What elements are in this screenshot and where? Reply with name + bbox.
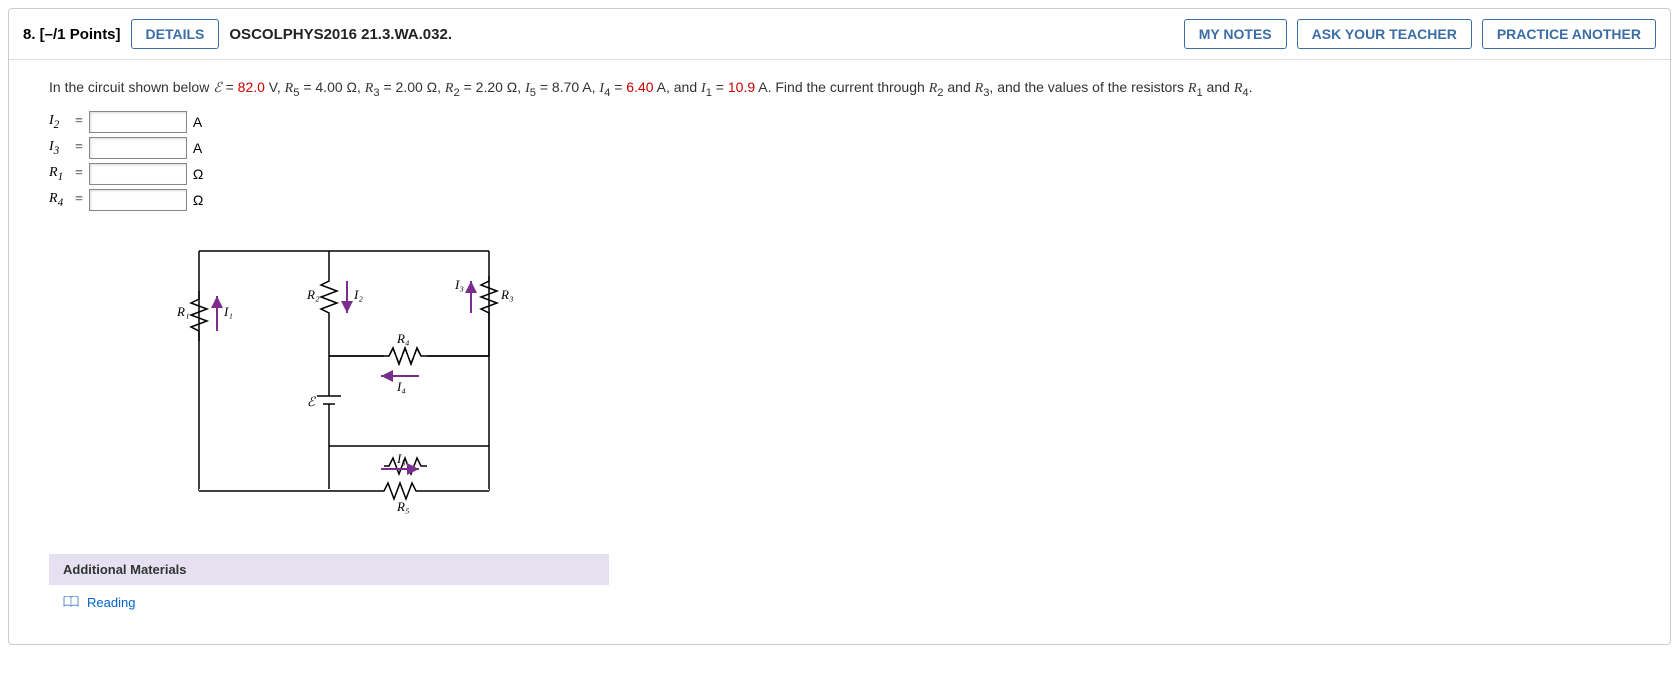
emf-value: 82.0 xyxy=(238,79,265,95)
i3-label: I₃ xyxy=(454,277,464,292)
text: R xyxy=(929,81,938,96)
practice-another-button[interactable]: PRACTICE ANOTHER xyxy=(1482,19,1656,49)
text: In the circuit shown below xyxy=(49,79,213,95)
r3-label: R₃ xyxy=(500,287,513,302)
text: R xyxy=(49,165,58,180)
text: A, and xyxy=(654,79,701,95)
answer-row-r4: R4 = Ω xyxy=(49,189,1630,211)
details-button[interactable]: DETAILS xyxy=(131,19,220,49)
text: . xyxy=(1249,79,1253,95)
text: = 2.20 Ω, xyxy=(460,79,525,95)
emf-label: ℰ xyxy=(307,394,316,409)
question-container: 8. [–/1 Points] DETAILS OSCOLPHYS2016 21… xyxy=(8,8,1671,645)
text: V, xyxy=(269,79,285,95)
answer-rows: I2 = A I3 = A R1 = Ω R4 = Ω xyxy=(49,111,1630,211)
text: R xyxy=(285,81,294,96)
i5-label: I₅ xyxy=(396,451,406,466)
r4-label: R₄ xyxy=(396,331,410,346)
text: = xyxy=(75,192,83,208)
book-icon xyxy=(63,596,79,608)
text: 3 xyxy=(54,145,60,157)
text: 4 xyxy=(58,197,64,209)
r1-label: R₁ xyxy=(176,304,189,319)
answer-row-i3: I3 = A xyxy=(49,137,1630,159)
text: R xyxy=(49,191,58,206)
i2-label: I₂ xyxy=(353,287,363,302)
problem-statement: In the circuit shown below ℰ = 82.0 V, R… xyxy=(49,76,1630,103)
question-header: 8. [–/1 Points] DETAILS OSCOLPHYS2016 21… xyxy=(9,9,1670,60)
circuit-diagram: R₁ I₁ R₂ I₂ R₃ I₃ R₄ I₄ I₅ R₅ ℰ xyxy=(169,231,1630,524)
i4-value: 6.40 xyxy=(626,79,653,95)
source-id: OSCOLPHYS2016 21.3.WA.032. xyxy=(229,26,452,43)
emf-symbol: ℰ xyxy=(213,81,221,96)
unit: Ω xyxy=(193,192,203,208)
text: = xyxy=(610,79,626,95)
text: = xyxy=(75,166,83,182)
points-label: 8. [–/1 Points] xyxy=(23,26,121,43)
i3-input[interactable] xyxy=(89,137,187,159)
my-notes-button[interactable]: MY NOTES xyxy=(1184,19,1287,49)
reading-link[interactable]: Reading xyxy=(87,595,135,610)
text: = 4.00 Ω, xyxy=(299,79,364,95)
r1-input[interactable] xyxy=(89,163,187,185)
i4-label: I₄ xyxy=(396,379,406,394)
unit: A xyxy=(193,114,202,130)
unit: A xyxy=(193,140,202,156)
question-body: In the circuit shown below ℰ = 82.0 V, R… xyxy=(9,60,1670,644)
text: = xyxy=(712,79,728,95)
answer-row-r1: R1 = Ω xyxy=(49,163,1630,185)
additional-header: Additional Materials xyxy=(49,554,609,585)
text: and xyxy=(943,79,974,95)
text: , and the values of the resistors xyxy=(989,79,1187,95)
text: 1 xyxy=(58,171,64,183)
text: R xyxy=(975,81,984,96)
i1-value: 10.9 xyxy=(728,79,755,95)
additional-materials: Additional Materials Reading xyxy=(49,554,609,620)
ask-teacher-button[interactable]: ASK YOUR TEACHER xyxy=(1297,19,1472,49)
r2-label: R₂ xyxy=(306,287,320,302)
r4-input[interactable] xyxy=(89,189,187,211)
r5-label: R₅ xyxy=(396,499,409,514)
unit: Ω xyxy=(193,166,203,182)
text: = xyxy=(226,79,238,95)
text: = xyxy=(75,114,83,130)
i2-input[interactable] xyxy=(89,111,187,133)
text: = 2.00 Ω, xyxy=(380,79,445,95)
text: = xyxy=(75,140,83,156)
i1-label: I₁ xyxy=(223,304,233,319)
additional-body: Reading xyxy=(49,585,609,620)
text: and xyxy=(1203,79,1234,95)
text: 2 xyxy=(54,119,60,131)
text: A. Find the current through xyxy=(755,79,929,95)
answer-row-i2: I2 = A xyxy=(49,111,1630,133)
text: = 8.70 A, xyxy=(536,79,599,95)
